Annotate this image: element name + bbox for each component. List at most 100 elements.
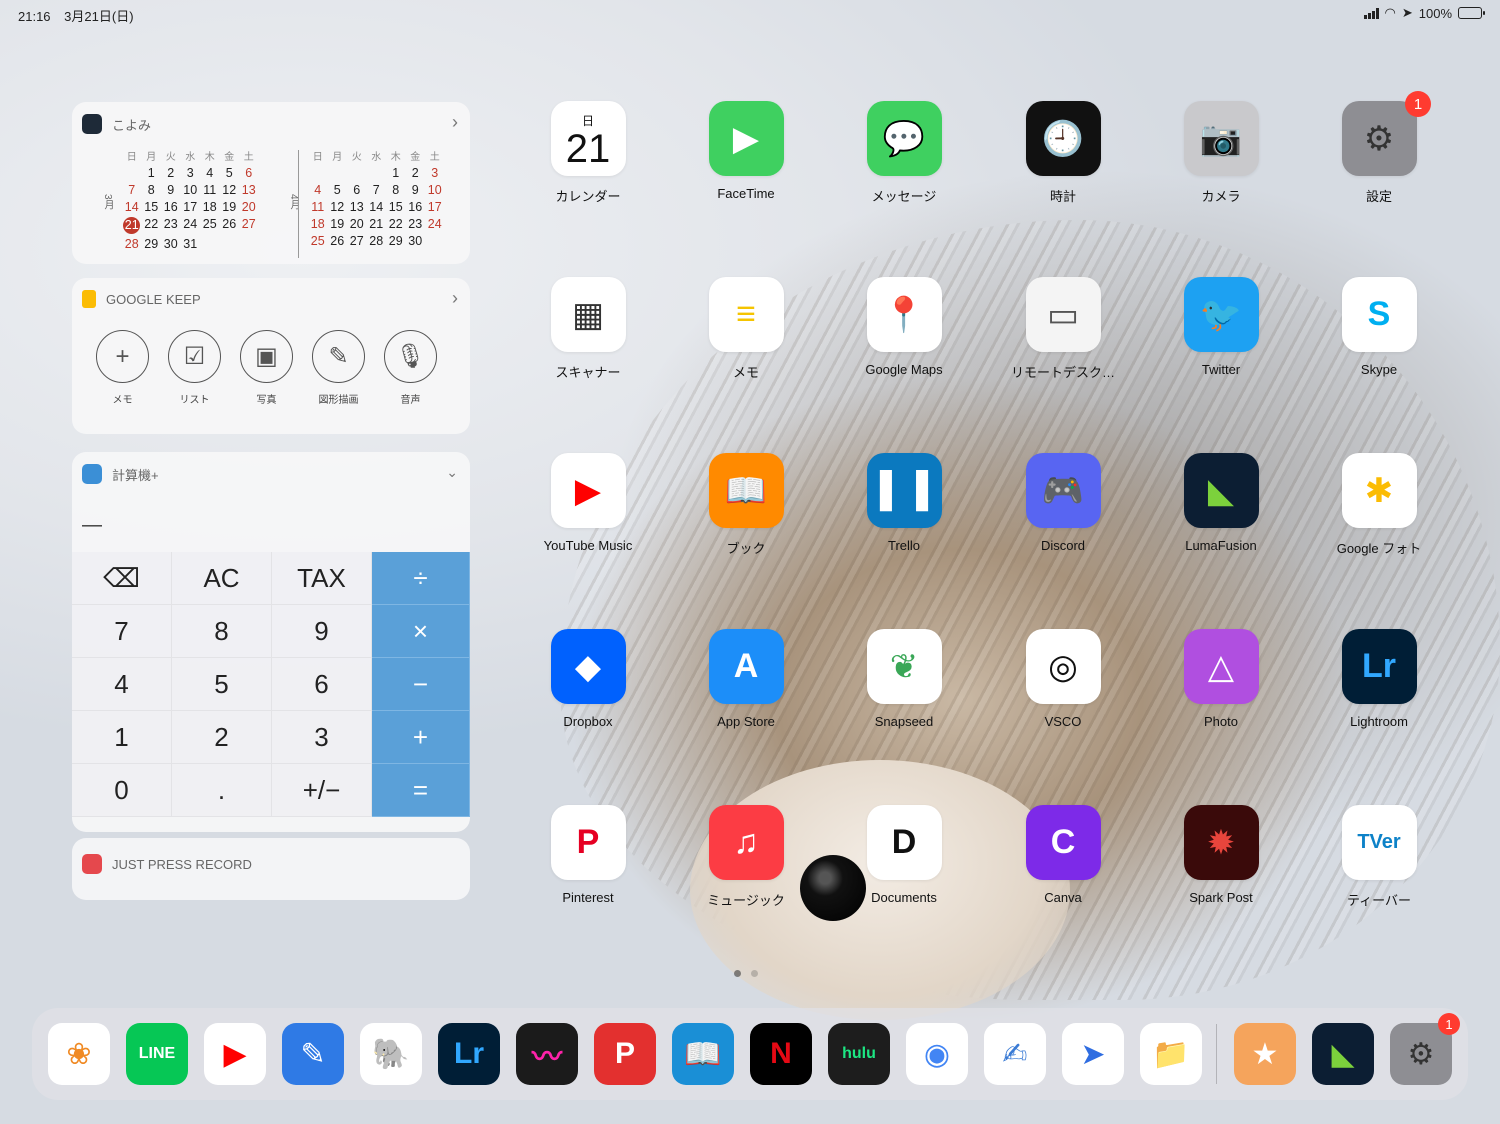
calculator-key[interactable]: . (172, 764, 272, 817)
calculator-key[interactable]: 5 (172, 658, 272, 711)
calendar-day[interactable] (122, 166, 142, 180)
calendar-day[interactable]: 20 (239, 200, 259, 214)
app-tver[interactable]: TVer ティーバー (1309, 805, 1449, 909)
dock-app-game[interactable]: ★ (1234, 1023, 1296, 1085)
calendar-day[interactable]: 15 (142, 200, 162, 214)
calculator-key[interactable]: 9 (272, 605, 372, 658)
app-music-note[interactable]: ♫ ミュージック (676, 805, 816, 909)
dock-app-pen[interactable]: ✎ (282, 1023, 344, 1085)
calendar-day[interactable]: 9 (406, 183, 426, 197)
app-remote-desktop[interactable]: ▭ リモートデスク… (993, 277, 1133, 381)
app-spark[interactable]: ✹ Spark Post (1151, 805, 1291, 905)
calculator-key[interactable]: TAX (272, 552, 372, 605)
app-app-store[interactable]: A App Store (676, 629, 816, 729)
app-leaf[interactable]: ❦ Snapseed (834, 629, 974, 729)
dock-app-evernote[interactable]: 🐘 (360, 1023, 422, 1085)
calendar-day[interactable]: 9 (161, 183, 181, 197)
calendar-day[interactable]: 23 (406, 217, 426, 231)
chevron-right-icon[interactable]: › (452, 288, 458, 309)
calendar-widget[interactable]: こよみ › 3月日月火水木金土 1 2 3 4 5 6 7 8 9 10 11 12 13 14 15 16 17… (72, 102, 470, 264)
calendar-day[interactable]: 14 (367, 200, 387, 214)
calendar-day[interactable]: 17 (425, 200, 445, 214)
app-gear[interactable]: ⚙ 1 設定 (1309, 91, 1449, 205)
calendar-day[interactable] (308, 166, 328, 180)
calendar-day[interactable]: 27 (239, 217, 259, 234)
calendar-day[interactable]: 13 (239, 183, 259, 197)
calendar-day[interactable]: 4 (200, 166, 220, 180)
app-lightroom[interactable]: Lr Lightroom (1309, 629, 1449, 729)
just-press-record-widget[interactable]: JUST PRESS RECORD (72, 838, 470, 900)
dock-app-lumafusion[interactable]: ◣ (1312, 1023, 1374, 1085)
calendar-day[interactable]: 23 (161, 217, 181, 234)
calculator-key[interactable]: 7 (72, 605, 172, 658)
dock-app-chrome[interactable]: ◉ (906, 1023, 968, 1085)
calculator-key[interactable]: ⌫ (72, 552, 172, 605)
calendar-day[interactable]: 8 (386, 183, 406, 197)
app-skype[interactable]: S Skype (1309, 277, 1449, 377)
calendar-day[interactable]: 3 (181, 166, 201, 180)
calendar-day[interactable]: 15 (386, 200, 406, 214)
calculator-operator-key[interactable]: − (372, 658, 470, 711)
app-aperture[interactable]: ◎ VSCO (993, 629, 1133, 729)
app-pinterest[interactable]: P Pinterest (518, 805, 658, 905)
calendar-day[interactable]: 14 (122, 200, 142, 214)
calendar-day[interactable]: 24 (181, 217, 201, 234)
chevron-right-icon[interactable]: › (452, 112, 458, 133)
calendar-day[interactable]: 30 (406, 234, 426, 248)
calculator-operator-key[interactable]: × (372, 605, 470, 658)
calendar-day[interactable] (328, 166, 348, 180)
calculator-operator-key[interactable]: + (372, 711, 470, 764)
keep-button-plus[interactable]: + メモ (96, 330, 149, 406)
app-canva[interactable]: C Canva (993, 805, 1133, 905)
dock-app-pdf[interactable]: P (594, 1023, 656, 1085)
calendar-day[interactable]: 1 (142, 166, 162, 180)
calendar-day[interactable]: 27 (347, 234, 367, 248)
calendar-day[interactable]: 21 (367, 217, 387, 231)
app-video-camera[interactable]: ▶ FaceTime (676, 101, 816, 201)
chevron-down-icon[interactable]: ⌄ (446, 464, 458, 481)
calendar-day[interactable]: 25 (308, 234, 328, 248)
app-book[interactable]: 📖 ブック (676, 453, 816, 557)
calendar-day[interactable]: 1 (386, 166, 406, 180)
app-affinity[interactable]: △ Photo (1151, 629, 1291, 729)
keep-button-microphone[interactable]: 🎙 音声 (384, 330, 437, 406)
page-indicator[interactable] (734, 970, 758, 977)
app-pinwheel[interactable]: ✱ Google フォト (1309, 453, 1449, 557)
calculator-key[interactable]: AC (172, 552, 272, 605)
calendar-day[interactable]: 18 (200, 200, 220, 214)
calendar-day[interactable]: 22 (142, 217, 162, 234)
calculator-operator-key[interactable]: = (372, 764, 470, 817)
calendar-day[interactable]: 28 (367, 234, 387, 248)
calendar-day[interactable]: 12 (328, 200, 348, 214)
app-controller[interactable]: 🎮 Discord (993, 453, 1133, 553)
calculator-widget[interactable]: 計算機+ ⌄ — ⌫ AC TAX ÷ 7 8 9 × 4 5 6− 1 2 3 +0. +/− = (72, 452, 470, 832)
calendar-day[interactable]: 28 (122, 237, 142, 251)
dock-app-procreate[interactable]: 〰 (516, 1023, 578, 1085)
calendar-day[interactable]: 8 (142, 183, 162, 197)
calendar-day[interactable]: 31 (181, 237, 201, 251)
calendar-day[interactable]: 19 (328, 217, 348, 231)
calendar-day[interactable]: 12 (220, 183, 240, 197)
keep-button-image[interactable]: ▣ 写真 (240, 330, 293, 406)
dock-app-kindle[interactable]: 📖 (672, 1023, 734, 1085)
calendar-day[interactable]: 16 (406, 200, 426, 214)
calendar-day[interactable]: 10 (425, 183, 445, 197)
calendar-day[interactable]: 16 (161, 200, 181, 214)
dock-app-spark[interactable]: ➤ (1062, 1023, 1124, 1085)
app-documents[interactable]: D Documents (834, 805, 974, 905)
app-map-pin[interactable]: 📍 Google Maps (834, 277, 974, 377)
app-calendar[interactable]: 日 21 カレンダー (518, 101, 658, 205)
dock-app-youtube[interactable]: ▶ (204, 1023, 266, 1085)
calendar-day[interactable] (347, 166, 367, 180)
calendar-day[interactable]: 2 (161, 166, 181, 180)
calendar-day[interactable]: 7 (122, 183, 142, 197)
calendar-day-today[interactable]: 21 (123, 217, 141, 234)
calendar-day[interactable]: 20 (347, 217, 367, 231)
calendar-day[interactable]: 7 (367, 183, 387, 197)
app-camera[interactable]: 📷 カメラ (1151, 101, 1291, 205)
calendar-day[interactable]: 24 (425, 217, 445, 231)
dock-app-line[interactable]: LINE (126, 1023, 188, 1085)
calendar-day[interactable]: 5 (220, 166, 240, 180)
app-notes[interactable]: ≡ メモ (676, 277, 816, 381)
keep-button-brush[interactable]: ✎ 図形描画 (312, 330, 365, 406)
